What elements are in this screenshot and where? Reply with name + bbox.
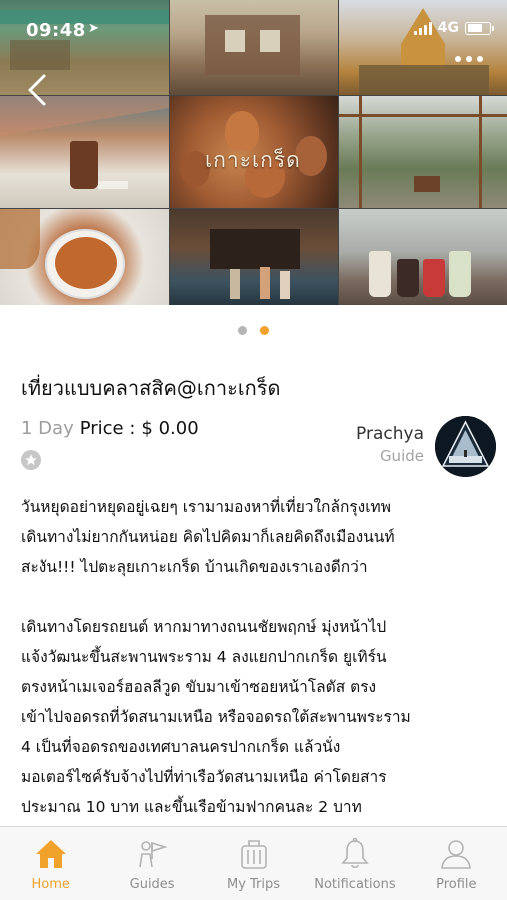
collage-photo-street-market [170, 209, 338, 305]
tab-home[interactable]: Home [0, 827, 101, 900]
carousel-dot-2-active[interactable] [260, 326, 269, 335]
carousel-dot-1[interactable] [238, 326, 247, 335]
description-paragraph-1: วันหยุดอย่าหยุดอยู่เฉยๆ เรามามองหาที่เที… [21, 498, 395, 576]
tab-notifications[interactable]: Notifications [304, 827, 405, 900]
user-icon [438, 836, 474, 872]
network-type: 4G [437, 20, 459, 36]
trip-title: เที่ยวแบบคลาสสิค@เกาะเกร็ด [21, 376, 281, 400]
home-icon [33, 836, 69, 872]
signal-strength-icon [413, 21, 432, 35]
battery-icon [465, 21, 494, 35]
bottom-tab-bar: Home Guides My Trips Notifications Profi… [0, 826, 507, 900]
guide-avatar[interactable] [435, 416, 496, 477]
collage-logo-text: เกาะเกร็ด [205, 148, 301, 172]
collage-photo-temple [339, 0, 507, 95]
tab-guides[interactable]: Guides [101, 827, 202, 900]
status-time: 09:48 [26, 20, 86, 41]
tab-profile[interactable]: Profile [406, 827, 507, 900]
hero-photo-collage[interactable]: เกาะเกร็ด 09:48 ➤ 4G [0, 0, 507, 305]
collage-photo-drinks [339, 209, 507, 305]
collage-photo-fried-snack [0, 209, 169, 305]
star-rating-icon[interactable] [21, 450, 41, 470]
carousel-page-indicator [0, 326, 507, 335]
trip-meta-row: 1 Day Price : $ 0.00 [21, 418, 199, 439]
tab-my-trips-label: My Trips [226, 877, 281, 892]
back-chevron-icon[interactable] [24, 72, 54, 108]
tab-guides-label: Guides [129, 877, 175, 892]
luggage-icon [236, 836, 272, 872]
tab-notifications-label: Notifications [314, 877, 396, 892]
guide-name[interactable]: Prachya [356, 424, 424, 444]
trip-duration: 1 Day [21, 418, 74, 439]
status-indicators: 4G [413, 20, 494, 36]
tab-my-trips[interactable]: My Trips [203, 827, 304, 900]
tab-home-label: Home [31, 877, 70, 892]
description-paragraph-2: เดินทางโดยรถยนต์ หากมาทางถนนชัยพฤกษ์ มุ่… [21, 618, 411, 816]
bell-icon [337, 836, 373, 872]
collage-photo-wooden-house [170, 0, 338, 95]
location-arrow-icon: ➤ [88, 21, 99, 36]
collage-photo-garden-cafe [339, 96, 507, 208]
guide-role: Guide [379, 447, 424, 465]
price-label: Price : [79, 418, 136, 439]
tab-profile-label: Profile [436, 877, 477, 892]
price-value: $ 0.00 [141, 418, 199, 439]
guide-flag-icon [134, 836, 170, 872]
trip-description: วันหยุดอย่าหยุดอยู่เฉยๆ เรามามองหาที่เที… [21, 492, 491, 852]
more-options-icon[interactable] [449, 52, 489, 66]
collage-photo-iced-coffee [0, 96, 169, 208]
